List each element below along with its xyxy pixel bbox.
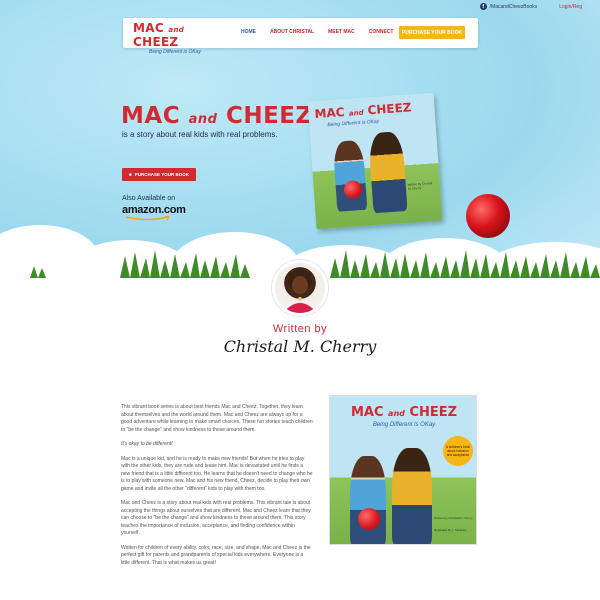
author-photo xyxy=(272,260,328,316)
purchase-book-button-nav[interactable]: PURCHASE YOUR BOOK xyxy=(399,26,465,39)
purchase-book-button-hero[interactable]: ■ PURCHASE YOUR BOOK xyxy=(122,168,196,181)
nav-link-meet-mac[interactable]: MEET MAC xyxy=(328,29,355,35)
book-cover-large-subtitle: Being Different is OKay xyxy=(372,422,436,428)
book-cover-credit: Written by Christal M. Cherry xyxy=(407,181,433,191)
author-name: Christal M. Cherry xyxy=(223,337,377,356)
illustration-kid-mac xyxy=(350,456,386,544)
book-cover-large-credit-author: Written by Christal M. Cherry xyxy=(434,516,473,520)
cart-icon: ■ xyxy=(129,172,132,177)
description-paragraph: Mac and Cheez is a story about real kids… xyxy=(121,500,311,536)
description-paragraph: Written for children of every ability, c… xyxy=(121,544,311,566)
nav-link-about[interactable]: ABOUT CHRISTAL xyxy=(270,29,314,35)
book-description: This vibrant book series is about best f… xyxy=(121,404,313,574)
amazon-link[interactable]: amazon.com xyxy=(122,204,186,216)
book-cover-large-title: MAC and CHEEZ xyxy=(350,405,458,420)
logo-tagline: Being Different is OKay xyxy=(149,49,201,55)
written-by-label: Written by xyxy=(272,323,328,335)
amazon-smile-icon xyxy=(125,216,170,221)
top-utility-bar: f /MacandCheezBooks Login/Reg xyxy=(479,3,582,10)
logo-wordmark: MAC and CHEEZ xyxy=(133,21,185,49)
illustration-kid-mac xyxy=(332,139,368,212)
inclusion-badge: A children's book about inclusion and ac… xyxy=(443,436,473,466)
description-paragraph: Mac is a unique kid, and he is ready to … xyxy=(121,455,313,492)
book-cover-subtitle: Being Different is OKay xyxy=(327,118,380,129)
illustration-kid-cheez xyxy=(392,448,432,544)
author-portrait-icon xyxy=(283,270,317,313)
hero-book-cover: MAC and CHEEZ Being Different is OKay Wr… xyxy=(307,92,443,230)
red-ball-decoration xyxy=(466,194,510,238)
main-navigation: MAC and CHEEZ Being Different is OKay HO… xyxy=(123,18,478,55)
illustration-ball xyxy=(358,508,380,530)
facebook-link[interactable]: f /MacandCheezBooks xyxy=(479,3,537,10)
nav-link-home[interactable]: HOME xyxy=(241,29,256,35)
illustration-kid-cheez xyxy=(368,131,408,214)
nav-links: HOME ABOUT CHRISTAL MEET MAC CONNECT xyxy=(241,29,393,35)
hero-title: MAC and CHEEZ xyxy=(121,103,313,129)
hero-description: is a story about real kids with real pro… xyxy=(122,130,278,139)
book-cover-title: MAC and CHEEZ xyxy=(314,100,412,122)
nav-link-connect[interactable]: CONNECT xyxy=(369,29,394,35)
book-cover-large: MAC and CHEEZ Being Different is OKay A … xyxy=(329,395,477,545)
login-link[interactable]: Login/Reg xyxy=(559,4,582,10)
description-tagline: It's okay to be different! xyxy=(121,441,173,447)
facebook-icon: f xyxy=(479,3,487,10)
description-paragraph: This vibrant book series is about best f… xyxy=(121,404,313,433)
available-on-label: Also Available on xyxy=(122,195,176,202)
book-cover-large-credit-illustrator: Illustrated by L. Modesty xyxy=(434,528,467,532)
site-logo[interactable]: MAC and CHEEZ Being Different is OKay xyxy=(133,21,219,55)
